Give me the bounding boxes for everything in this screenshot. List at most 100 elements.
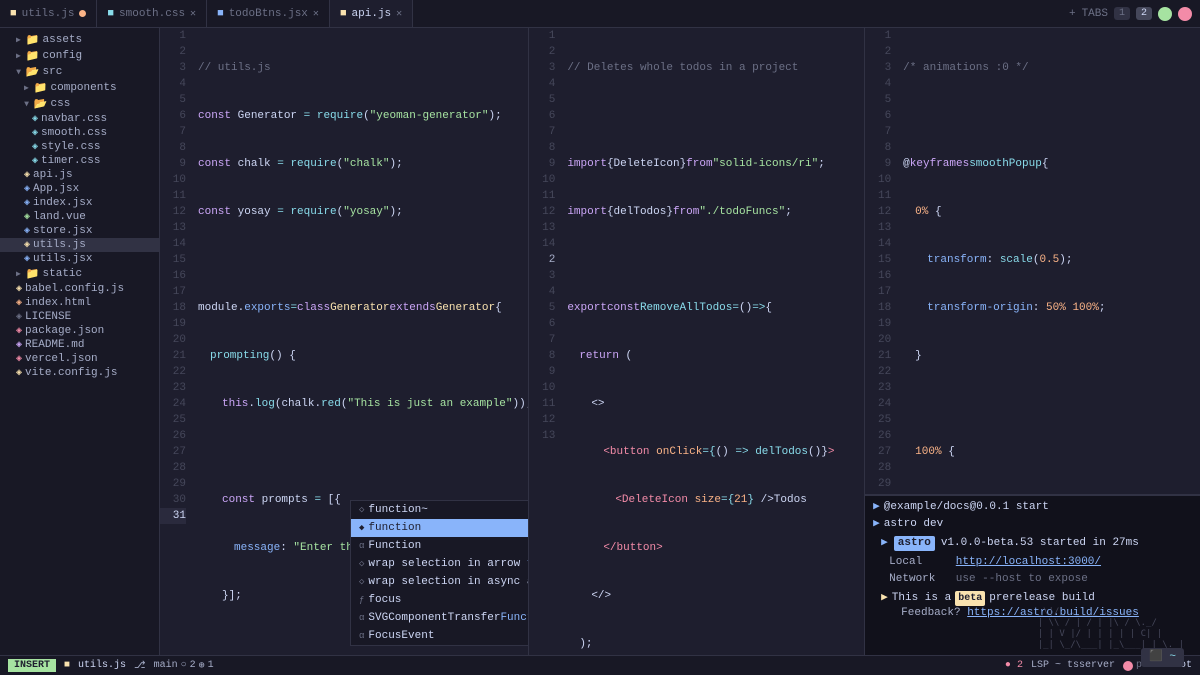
sidebar-item-utils-js[interactable]: ◈ utils.js — [0, 238, 159, 252]
variable-icon: α — [359, 613, 364, 623]
sidebar-item-api-js[interactable]: ◈ api.js — [0, 168, 159, 182]
close-button[interactable] — [1178, 7, 1192, 21]
terminal-content: ▶ @example/docs@0.0.1 start ▶ astro dev … — [865, 496, 1200, 655]
terminal-network-label: Network — [889, 572, 949, 587]
ac-item-wrap-async-arrow[interactable]: ◇ wrap selection in async arrow function… — [351, 573, 529, 591]
arrow-icon: ▶ — [16, 51, 21, 61]
sidebar: ▶ 📁 assets ▶ 📁 config ▶ 📂 src ▶ 📁 compon… — [0, 28, 160, 655]
tab-api-js[interactable]: ■ api.js ✕ — [330, 0, 413, 27]
sidebar-label: smooth.css — [41, 127, 107, 139]
line-numbers-3: 1234 5678 9101112 13141516 17181920 2122… — [865, 28, 897, 494]
sidebar-item-assets[interactable]: ▶ 📁 assets — [0, 32, 159, 48]
sidebar-item-style-css[interactable]: ◈ style.css — [0, 140, 159, 154]
sidebar-label: store.jsx — [33, 225, 92, 237]
terminal-prerelease-rest: prerelease build — [989, 591, 1095, 606]
sidebar-label: vercel.json — [25, 353, 98, 365]
sidebar-item-utils-jsx[interactable]: ◈ utils.jsx — [0, 252, 159, 266]
ac-label: Function — [368, 540, 529, 552]
sidebar-item-package-json[interactable]: ◈ package.json — [0, 324, 159, 338]
ac-item-function-keyword[interactable]: ◆ function Keyword — [351, 519, 529, 537]
sidebar-item-index-jsx[interactable]: ◈ index.jsx — [0, 196, 159, 210]
sidebar-item-src[interactable]: ▶ 📂 src — [0, 64, 159, 80]
sidebar-item-vercel-json[interactable]: ◈ vercel.json — [0, 352, 159, 366]
code-lines-2: // Deletes whole todos in a project impo… — [561, 28, 864, 655]
sidebar-item-vite-config[interactable]: ◈ vite.config.js — [0, 366, 159, 380]
sidebar-item-app-jsx[interactable]: ◈ App.jsx — [0, 182, 159, 196]
tab-count-1[interactable]: 1 — [1114, 7, 1130, 20]
ac-item-svg-transfer[interactable]: α SVGComponentTransferFunctionElement Va… — [351, 609, 529, 627]
css-file-icon: ◈ — [32, 127, 38, 139]
tab-utils-js-label: utils.js — [22, 8, 75, 20]
beta-tag: beta — [955, 591, 985, 606]
snippet-icon: ◇ — [359, 559, 364, 569]
tab-count-2[interactable]: 2 — [1136, 7, 1152, 20]
jsx-file-icon: ◈ — [24, 253, 30, 265]
sidebar-item-readme-md[interactable]: ◈ README.md — [0, 338, 159, 352]
tab-todobtns-jsx[interactable]: ■ todoBtns.jsx ✕ — [207, 0, 330, 27]
tab-todobtns-label: todoBtns.jsx — [229, 8, 308, 20]
sidebar-item-static[interactable]: ▶ 📁 static — [0, 266, 159, 282]
ac-item-function-snippet[interactable]: ◇ function~ Snippet — [351, 501, 529, 519]
tab-close-api[interactable]: ✕ — [396, 8, 402, 20]
jsx-file-icon: ◈ — [24, 225, 30, 237]
keyword-icon: ◆ — [359, 523, 364, 533]
sidebar-label: src — [43, 66, 63, 78]
ac-item-wrap-arrow[interactable]: ◇ wrap selection in arrow function~ Snip… — [351, 555, 529, 573]
sidebar-label: css — [51, 98, 71, 110]
arrow-icon: ▶ — [16, 35, 21, 45]
ac-item-focus-event[interactable]: α FocusEvent Variable — [351, 627, 529, 645]
ac-label: function — [368, 522, 529, 534]
git-circle-icon: ○ — [181, 660, 187, 671]
ac-item-function-variable[interactable]: α Function Variable — [351, 537, 529, 555]
css-file-icon: ◈ — [32, 155, 38, 167]
sidebar-label: README.md — [25, 339, 84, 351]
editor-utils-js[interactable]: 1234 5678 9101112 13141516 17181920 2122… — [160, 28, 529, 655]
sidebar-item-land-vue[interactable]: ◈ land.vue — [0, 210, 159, 224]
ac-label: focus — [368, 594, 529, 606]
ac-item-focus[interactable]: ƒ focus Function — [351, 591, 529, 609]
status-git-branch: main ○ 2 ⊕ 1 — [154, 660, 214, 672]
arrow-icon: ▶ — [24, 83, 29, 93]
tab-bar: ■ utils.js ■ smooth.css ✕ ■ todoBtns.jsx… — [0, 0, 1200, 28]
git-plus-icon: ⊕ — [199, 660, 205, 672]
snippet-icon: ◇ — [359, 577, 364, 587]
tabs-label: TABS — [1082, 8, 1108, 20]
tab-close-smooth[interactable]: ✕ — [190, 8, 196, 20]
tab-smooth-css-label: smooth.css — [119, 8, 185, 20]
editor-api-terminal[interactable]: 1234 5678 9101112 13141516 17181920 2122… — [865, 28, 1200, 655]
sidebar-item-config[interactable]: ▶ 📁 config — [0, 48, 159, 64]
arrow-icon: ▶ — [21, 102, 31, 107]
sidebar-item-license[interactable]: ◈ LICENSE — [0, 310, 159, 324]
tab-smooth-css[interactable]: ■ smooth.css ✕ — [97, 0, 207, 27]
sidebar-item-css[interactable]: ▶ 📂 css — [0, 96, 159, 112]
tab-close-todobtns[interactable]: ✕ — [313, 8, 319, 20]
html-file-icon: ◈ — [16, 297, 22, 309]
branch-name: main — [154, 660, 178, 671]
sidebar-item-smooth-css[interactable]: ◈ smooth.css — [0, 126, 159, 140]
line-numbers-1: 1234 5678 9101112 13141516 17181920 2122… — [160, 28, 192, 655]
sidebar-item-index-html[interactable]: ◈ index.html — [0, 296, 159, 310]
sidebar-item-timer-css[interactable]: ◈ timer.css — [0, 154, 159, 168]
terminal-icon-box[interactable]: ⬛ ~ — [1141, 648, 1184, 655]
terminal-prerelease-msg: This is a — [892, 591, 951, 606]
sidebar-item-components[interactable]: ▶ 📁 components — [0, 80, 159, 96]
sidebar-item-store-jsx[interactable]: ◈ store.jsx — [0, 224, 159, 238]
ac-label: FocusEvent — [368, 630, 529, 642]
json-file-icon: ◈ — [16, 353, 22, 365]
sidebar-item-babel-config[interactable]: ◈ babel.config.js — [0, 282, 159, 296]
jsx-file-icon: ◈ — [24, 197, 30, 209]
package-dot-icon — [1123, 661, 1133, 671]
terminal-prompt1: @example/docs@0.0.1 start — [884, 500, 1049, 515]
minimize-button[interactable] — [1158, 7, 1172, 21]
js-file-icon: ◈ — [24, 239, 30, 251]
tab-utils-js-icon: ■ — [10, 8, 17, 20]
json-file-icon: ◈ — [16, 325, 22, 337]
new-tab-button[interactable]: + — [1069, 8, 1076, 20]
sidebar-label: utils.js — [33, 239, 86, 251]
tab-utils-js[interactable]: ■ utils.js — [0, 0, 97, 27]
sidebar-item-navbar-css[interactable]: ◈ navbar.css — [0, 112, 159, 126]
editor-todobtns[interactable]: 1234 5678 9101112 13142 3456 78910 11121… — [529, 28, 865, 655]
terminal-local-url: http://localhost:3000/ — [956, 556, 1101, 568]
folder-open-icon: 📂 — [34, 97, 48, 111]
sidebar-label: static — [43, 268, 83, 280]
